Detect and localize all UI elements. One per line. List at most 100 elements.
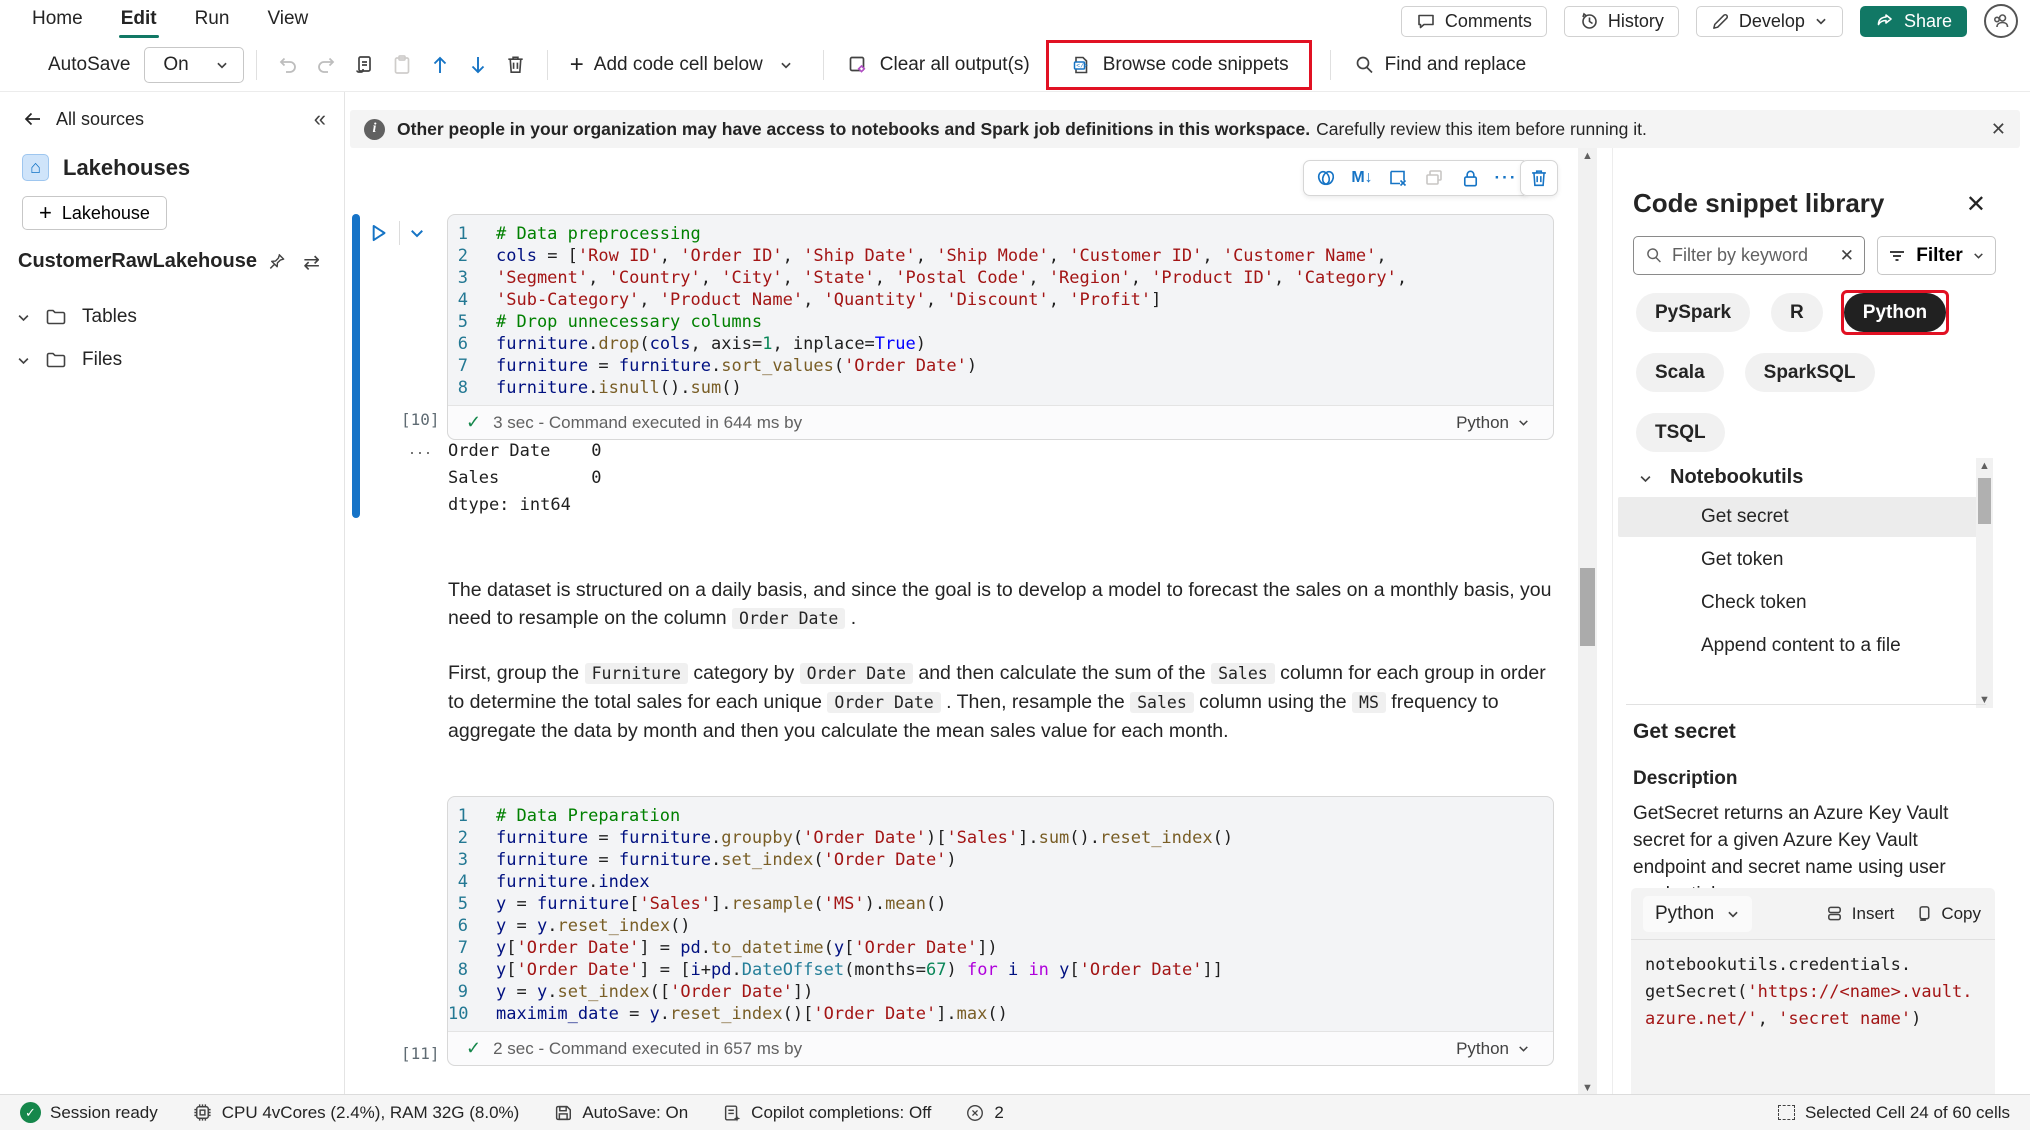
clear-all-outputs-button[interactable]: Clear all output(s) [836, 45, 1040, 85]
arrow-left-icon [22, 108, 44, 130]
snippet-item[interactable]: Get token [1618, 540, 1978, 580]
lock-cell-icon[interactable] [1454, 163, 1486, 193]
collapse-sidebar-icon[interactable]: « [314, 106, 326, 132]
copilot-status[interactable]: Copilot completions: Off [722, 1103, 931, 1123]
delete-cell-icon[interactable] [1520, 160, 1558, 196]
snippet-search-input[interactable] [1672, 245, 1831, 266]
copilot-icon[interactable] [1310, 163, 1342, 193]
language-chip-r[interactable]: R [1771, 293, 1823, 332]
pencil-icon [1711, 12, 1730, 31]
browse-code-snippets-button[interactable]: </> Browse code snippets [1059, 45, 1299, 85]
code-cell[interactable]: 1# Data preprocessing2cols = ['Row ID', … [447, 214, 1554, 440]
menu-home[interactable]: Home [20, 2, 95, 36]
pin-icon[interactable] [267, 252, 286, 271]
snippet-item[interactable]: Get secret [1618, 497, 1978, 537]
convert-to-markdown-icon[interactable]: M↓ [1346, 163, 1378, 193]
language-chip-tsql[interactable]: TSQL [1636, 413, 1725, 452]
snippet-list-scrollbar[interactable]: ▲ ▼ [1976, 458, 1993, 708]
code-line: maximim_date = y.reset_index()['Order Da… [496, 1003, 1008, 1025]
notebook-toolbar: AutoSave On + Add code cell below Clear … [0, 38, 2030, 92]
success-check-icon: ✓ [466, 1038, 481, 1059]
copilot-completions-icon [722, 1103, 742, 1123]
code-line: # Data Preparation [496, 805, 680, 827]
find-and-replace-button[interactable]: Find and replace [1343, 45, 1537, 85]
sidebar-item-files[interactable]: Files [16, 348, 122, 372]
scrollbar-thumb[interactable] [1580, 568, 1595, 646]
plus-icon: + [570, 51, 584, 79]
chip-wrapper: Scala [1633, 350, 1727, 395]
chevron-down-icon[interactable] [16, 353, 30, 367]
copy-cell-button[interactable] [345, 46, 383, 84]
account-avatar[interactable] [1984, 4, 2018, 38]
copy-snippet-button[interactable]: Copy [1914, 904, 1981, 924]
cell-language-selector[interactable]: Python [1456, 1039, 1531, 1059]
error-count[interactable]: 2 [965, 1103, 1003, 1123]
more-options-icon[interactable]: ··· [1490, 163, 1522, 193]
menu-edit[interactable]: Edit [109, 2, 169, 36]
clear-search-icon[interactable]: ✕ [1840, 246, 1854, 266]
undo-button[interactable] [269, 46, 307, 84]
language-chip-sparksql[interactable]: SparkSQL [1745, 353, 1875, 392]
run-cell-button[interactable] [365, 220, 391, 246]
clear-cell-output-icon[interactable] [1382, 163, 1414, 193]
develop-button[interactable]: Develop [1696, 6, 1843, 37]
menu-view[interactable]: View [255, 2, 320, 36]
language-chip-pyspark[interactable]: PySpark [1636, 293, 1750, 332]
notebook-scrollbar[interactable]: ▲ ▼ [1578, 148, 1597, 1096]
code-editor[interactable]: 1# Data Preparation2furniture = furnitur… [448, 797, 1553, 1031]
move-cell-up-button[interactable] [421, 46, 459, 84]
lakehouse-name-row[interactable]: CustomerRawLakehouse [18, 250, 286, 273]
scroll-up-icon[interactable]: ▲ [1976, 458, 1993, 474]
clear-outputs-icon [846, 53, 870, 77]
comments-button[interactable]: Comments [1401, 6, 1547, 37]
autosave-toggle-dropdown[interactable]: On [144, 47, 243, 83]
filter-button[interactable]: Filter [1877, 236, 1996, 275]
history-button[interactable]: History [1564, 6, 1679, 37]
markdown-text: and then calculate the sum of the [913, 662, 1211, 684]
sidebar-item-tables[interactable]: Tables [16, 305, 137, 329]
execution-count: [11] [401, 1044, 440, 1063]
code-cell[interactable]: 1# Data Preparation2furniture = furnitur… [447, 796, 1554, 1066]
delete-cell-button[interactable] [497, 46, 535, 84]
snippet-item[interactable]: Append content to a file [1618, 626, 1978, 666]
language-chip-python[interactable]: Python [1844, 293, 1946, 332]
code-line: y = y.reset_index() [496, 915, 691, 937]
switch-lakehouse-icon[interactable]: ⇄ [303, 250, 320, 275]
close-icon[interactable]: ✕ [1966, 190, 1986, 219]
insert-snippet-button[interactable]: Insert [1825, 904, 1895, 924]
selection-icon [1778, 1105, 1795, 1120]
menu-run[interactable]: Run [183, 2, 242, 36]
share-button[interactable]: Share [1860, 6, 1967, 37]
snippet-search-box[interactable]: ✕ [1633, 236, 1865, 275]
selected-cell-indicator [352, 214, 360, 518]
chevron-down-icon[interactable] [408, 224, 426, 242]
save-icon [553, 1103, 573, 1123]
paste-cell-button[interactable] [383, 46, 421, 84]
add-code-cell-button[interactable]: + Add code cell below [560, 45, 773, 85]
description-heading: Description [1633, 768, 1738, 790]
language-chip-scala[interactable]: Scala [1636, 353, 1724, 392]
duplicate-cell-icon[interactable] [1418, 163, 1450, 193]
snippet-language-dropdown[interactable]: Python [1643, 896, 1752, 932]
add-lakehouse-button[interactable]: + Lakehouse [22, 196, 167, 230]
chevron-down-icon[interactable] [16, 310, 30, 324]
redo-button[interactable] [307, 46, 345, 84]
cell-language-selector[interactable]: Python [1456, 413, 1531, 433]
line-number: 8 [448, 377, 496, 399]
scroll-up-icon[interactable]: ▲ [1578, 148, 1597, 164]
chevron-down-icon[interactable] [779, 58, 793, 72]
all-sources-back-link[interactable]: All sources [22, 108, 144, 130]
scroll-down-icon[interactable]: ▼ [1976, 692, 1993, 708]
autosave-status[interactable]: AutoSave: On [553, 1103, 688, 1123]
output-more-options-icon[interactable]: ··· [409, 442, 433, 463]
cell-status-bar: ✓ 3 sec - Command executed in 644 ms by … [448, 405, 1553, 439]
move-cell-down-button[interactable] [459, 46, 497, 84]
history-icon [1579, 11, 1599, 31]
filter-icon [1887, 246, 1907, 266]
snippet-group-header[interactable]: Notebookutils [1638, 466, 1803, 489]
markdown-cell[interactable]: The dataset is structured on a daily bas… [448, 576, 1552, 745]
snippet-item[interactable]: Check token [1618, 583, 1978, 623]
close-icon[interactable]: ✕ [1991, 119, 2006, 140]
code-editor[interactable]: 1# Data preprocessing2cols = ['Row ID', … [448, 215, 1553, 405]
scrollbar-thumb[interactable] [1978, 478, 1991, 524]
